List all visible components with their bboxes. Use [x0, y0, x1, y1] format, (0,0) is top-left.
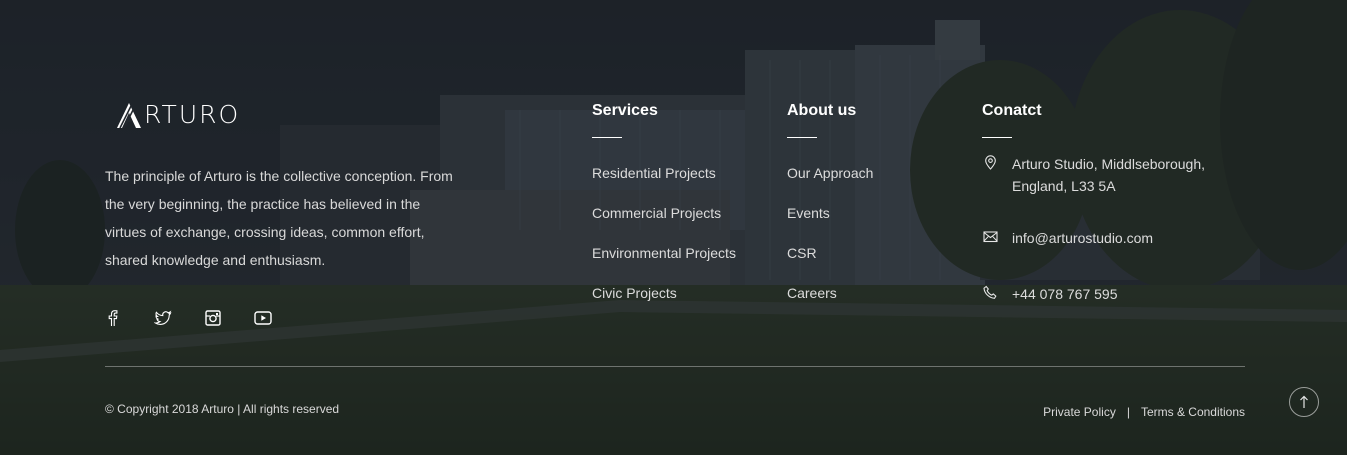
link-our-approach[interactable]: Our Approach	[787, 165, 873, 181]
contact-email: info@arturostudio.com	[982, 227, 1212, 249]
list-item: Our Approach	[787, 164, 967, 204]
heading-underline	[982, 137, 1012, 138]
map-pin-icon	[982, 154, 998, 170]
brand-description: The principle of Arturo is the collectiv…	[105, 168, 453, 268]
phone-link[interactable]: +44 078 767 595	[1012, 283, 1212, 305]
back-to-top-button[interactable]	[1289, 387, 1319, 417]
address-line-2: England, L33 5A	[1012, 178, 1116, 194]
link-commercial-projects[interactable]: Commercial Projects	[592, 205, 721, 221]
list-item: Civic Projects	[592, 284, 772, 324]
contact-column: Conatct Arturo Studio, Middlseborough, E…	[982, 101, 1232, 302]
logo-mark-icon	[117, 102, 141, 128]
about-column: About us Our Approach Events CSR Careers	[787, 101, 967, 324]
social-links	[103, 308, 303, 328]
contact-phone: +44 078 767 595	[982, 283, 1212, 305]
link-events[interactable]: Events	[787, 205, 830, 221]
list-item: Careers	[787, 284, 967, 324]
email-link[interactable]: info@arturostudio.com	[1012, 227, 1212, 249]
arturo-logo[interactable]: RTURO	[116, 101, 240, 129]
link-residential-projects[interactable]: Residential Projects	[592, 165, 716, 181]
services-heading: Services	[592, 102, 658, 119]
envelope-icon	[982, 228, 998, 244]
twitter-icon[interactable]	[153, 308, 173, 328]
contact-heading: Conatct	[982, 102, 1042, 119]
terms-conditions-link[interactable]: Terms & Conditions	[1141, 405, 1245, 419]
legal-separator: |	[1126, 405, 1130, 419]
heading-underline	[787, 137, 817, 138]
instagram-icon[interactable]	[203, 308, 223, 328]
phone-icon	[982, 284, 998, 300]
link-careers[interactable]: Careers	[787, 285, 837, 301]
facebook-icon[interactable]	[103, 308, 123, 328]
link-civic-projects[interactable]: Civic Projects	[592, 285, 677, 301]
logo-text: RTURO	[144, 100, 241, 129]
legal-links: Private Policy | Terms & Conditions	[1043, 405, 1245, 419]
contact-address: Arturo Studio, Middlseborough, England, …	[982, 153, 1212, 197]
copyright-text: © Copyright 2018 Arturo | All rights res…	[105, 402, 340, 416]
link-csr[interactable]: CSR	[787, 245, 817, 261]
list-item: Environmental Projects	[592, 244, 772, 284]
heading-underline	[592, 137, 622, 138]
site-footer: RTURO The principle of Arturo is the col…	[0, 0, 1347, 455]
list-item: Commercial Projects	[592, 204, 772, 244]
list-item: Residential Projects	[592, 164, 772, 204]
about-heading: About us	[787, 102, 857, 119]
privacy-policy-link[interactable]: Private Policy	[1043, 405, 1116, 419]
services-column: Services Residential Projects Commercial…	[592, 101, 772, 324]
services-list: Residential Projects Commercial Projects…	[592, 164, 772, 324]
footer-divider	[105, 366, 1245, 367]
arrow-up-icon	[1300, 395, 1308, 408]
youtube-icon[interactable]	[253, 308, 273, 328]
address-line-1: Arturo Studio, Middlseborough,	[1012, 156, 1205, 172]
about-list: Our Approach Events CSR Careers	[787, 164, 967, 324]
link-environmental-projects[interactable]: Environmental Projects	[592, 245, 736, 261]
list-item: CSR	[787, 244, 967, 284]
list-item: Events	[787, 204, 967, 244]
